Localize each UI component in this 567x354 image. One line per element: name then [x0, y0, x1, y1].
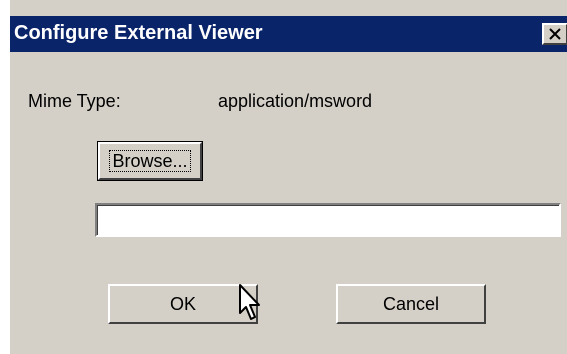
close-icon	[549, 28, 561, 40]
cancel-button-label: Cancel	[382, 293, 440, 314]
dialog-title: Configure External Viewer	[14, 22, 263, 44]
browse-button-label: Browse...	[109, 150, 191, 172]
ok-button-label: OK	[169, 293, 196, 314]
close-button[interactable]	[542, 23, 567, 45]
mime-type-value: application/msword	[218, 91, 373, 111]
viewer-path-input[interactable]	[95, 203, 561, 237]
browse-button[interactable]: Browse...	[97, 141, 203, 181]
configure-external-viewer-dialog: Configure External Viewer Mime Type: app…	[8, 0, 567, 354]
mime-type-label: Mime Type:	[28, 91, 121, 111]
mouse-pointer-icon	[239, 284, 260, 320]
cancel-button[interactable]: Cancel	[336, 284, 486, 324]
ok-button[interactable]: OK	[108, 284, 258, 324]
title-bar[interactable]: Configure External Viewer	[10, 16, 567, 52]
